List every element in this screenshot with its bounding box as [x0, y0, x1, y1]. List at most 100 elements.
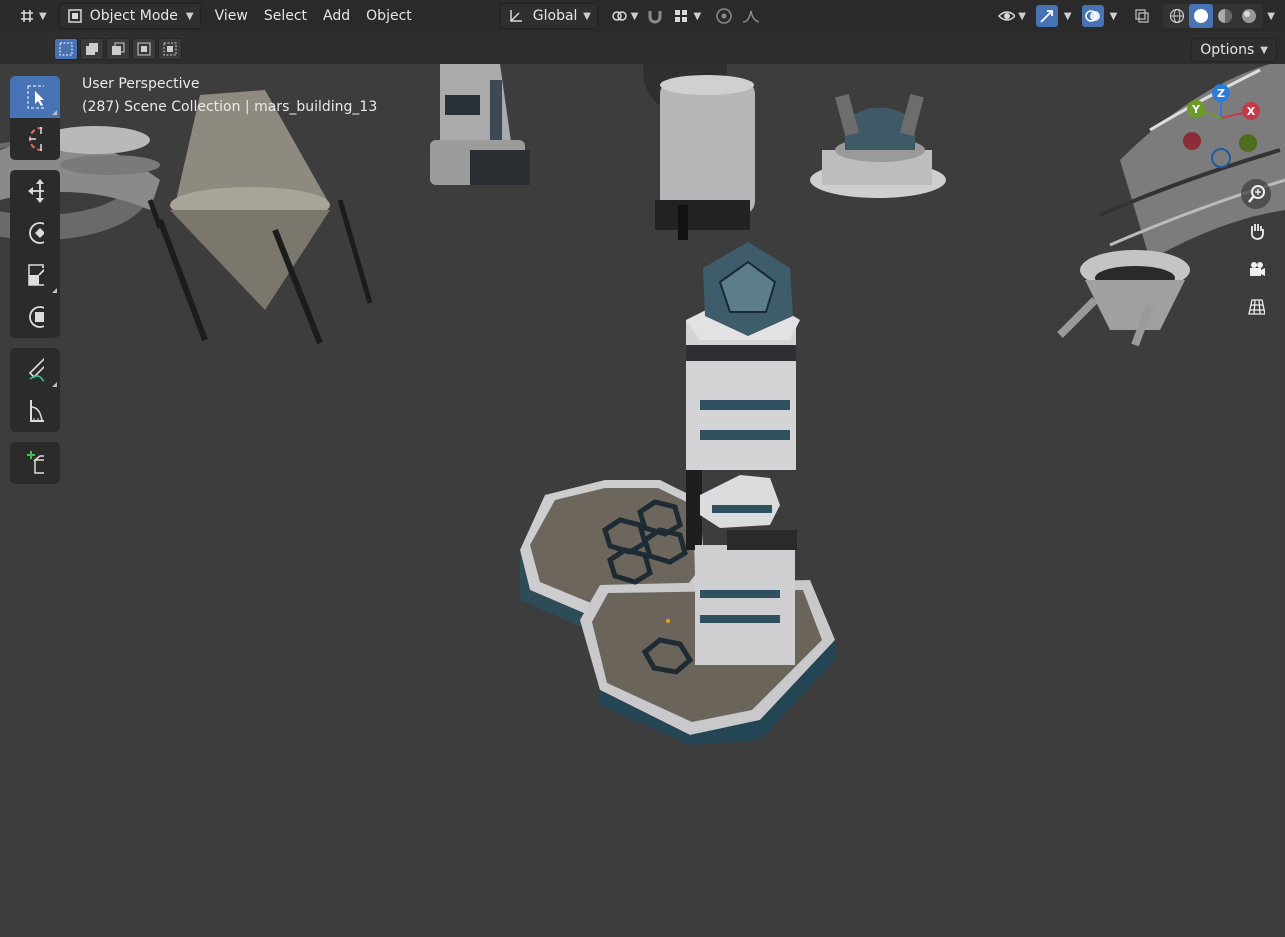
- axis-gizmo: Z X Y: [1183, 84, 1260, 168]
- cylinder-tank-model: [643, 30, 755, 240]
- falloff-button[interactable]: [737, 4, 763, 28]
- snap-grid-icon: [672, 7, 690, 25]
- tool-transform[interactable]: [10, 296, 60, 338]
- gizmo-x-label: X: [1247, 105, 1256, 118]
- gizmo-toggle[interactable]: ▼: [1032, 4, 1076, 28]
- perspective-toggle-button[interactable]: [1241, 292, 1271, 322]
- header-menus: View Select Add Object: [207, 4, 420, 28]
- navigation-gizmo[interactable]: Z X Y: [1170, 76, 1270, 176]
- select-box-icon: [26, 85, 44, 109]
- select-extend-icon[interactable]: [80, 38, 104, 60]
- chevron-down-icon: ▼: [1018, 10, 1026, 22]
- gizmo-y-label: Y: [1191, 103, 1201, 116]
- tool-select-box[interactable]: [10, 76, 60, 118]
- tool-cursor[interactable]: [10, 118, 60, 160]
- mars-building-13-model: [520, 242, 835, 745]
- tool-measure[interactable]: [10, 390, 60, 432]
- editor-type-button[interactable]: ▼: [14, 4, 51, 28]
- tool-more-indicator: [52, 288, 57, 293]
- tool-more-indicator: [52, 110, 57, 115]
- options-label: Options: [1200, 42, 1255, 58]
- camera-icon: [1247, 260, 1265, 278]
- 3d-viewport[interactable]: [0, 30, 1285, 933]
- cursor-icon: [26, 127, 44, 151]
- viewport-header: ▼ Object Mode ▼ View Select Add Object G…: [0, 0, 1285, 32]
- visibility-button[interactable]: ▼: [993, 4, 1030, 28]
- add-cube-icon: [26, 451, 44, 474]
- xray-icon: [1133, 7, 1151, 25]
- tool-shelf: [10, 76, 60, 494]
- tool-scale[interactable]: [10, 254, 60, 296]
- cone-tower-model: [147, 90, 373, 345]
- menu-view[interactable]: View: [207, 4, 256, 28]
- dome-module-model: [810, 93, 946, 198]
- menu-add[interactable]: Add: [315, 4, 358, 28]
- tool-annotate[interactable]: [10, 348, 60, 390]
- pivot-link-icon: [610, 7, 628, 25]
- overlay-circles-icon: [1081, 5, 1104, 27]
- select-intersect-icon[interactable]: [158, 38, 182, 60]
- falloff-curve-icon: [741, 7, 760, 25]
- select-subtract-icon[interactable]: [106, 38, 130, 60]
- chevron-down-icon: ▼: [39, 10, 47, 22]
- chevron-down-icon: ▼: [630, 10, 639, 22]
- proportional-edit-toggle[interactable]: [711, 4, 737, 28]
- chevron-down-icon: ▼: [185, 10, 194, 22]
- perspective-grid-icon: [1247, 298, 1265, 316]
- grid-editor-icon: [18, 7, 36, 25]
- blender-window: ▼ Object Mode ▼ View Select Add Object G…: [0, 0, 1285, 933]
- object-mode-icon: [66, 7, 84, 25]
- mode-dropdown[interactable]: Object Mode ▼: [58, 3, 201, 29]
- scale-icon: [26, 264, 44, 286]
- rotate-icon: [26, 222, 44, 244]
- zoom-magnifier-icon: [1247, 185, 1265, 203]
- gizmo-z-label: Z: [1217, 87, 1225, 100]
- eye-icon: [997, 7, 1016, 25]
- pan-button[interactable]: [1241, 216, 1271, 246]
- mode-label: Object Mode: [89, 8, 178, 24]
- shading-buttons: [1163, 4, 1264, 28]
- transform-orientation-dropdown[interactable]: Global ▼: [499, 3, 598, 29]
- pivot-point-button[interactable]: ▼: [606, 4, 643, 28]
- chevron-down-icon: ▼: [1109, 10, 1118, 22]
- options-dropdown[interactable]: Options ▼: [1191, 38, 1277, 62]
- chevron-down-icon: ▼: [583, 10, 591, 22]
- tool-add-cube[interactable]: [10, 442, 60, 484]
- tool-group-transform: [10, 170, 60, 338]
- shading-chevron-icon[interactable]: ▼: [1267, 11, 1275, 22]
- tool-group-annotate: [10, 348, 60, 432]
- small-tower-model: [430, 64, 530, 185]
- select-new-icon[interactable]: [54, 38, 78, 60]
- chevron-down-icon: ▼: [1063, 10, 1072, 22]
- material-preview-icon[interactable]: [1213, 4, 1237, 28]
- annotate-pencil-icon: [26, 357, 44, 382]
- wireframe-shading-icon[interactable]: [1165, 4, 1189, 28]
- tool-group-select: [10, 76, 60, 160]
- tool-rotate[interactable]: [10, 212, 60, 254]
- tool-move[interactable]: [10, 170, 60, 212]
- solid-shading-icon[interactable]: [1189, 4, 1214, 28]
- chevron-down-icon: ▼: [693, 10, 702, 22]
- magnet-icon: [646, 7, 664, 25]
- zoom-button[interactable]: [1241, 179, 1271, 209]
- transform-icon: [26, 306, 44, 328]
- menu-select[interactable]: Select: [256, 4, 315, 28]
- camera-view-button[interactable]: [1241, 254, 1271, 284]
- snap-target-button[interactable]: ▼: [668, 4, 705, 28]
- overlays-toggle[interactable]: ▼: [1078, 4, 1122, 28]
- collection-label: (287) Scene Collection | mars_building_1…: [82, 99, 378, 115]
- measure-ruler-icon: [26, 400, 44, 422]
- rendered-shading-icon[interactable]: [1237, 4, 1261, 28]
- scene-render: [0, 30, 1285, 745]
- chevron-down-icon: ▼: [1260, 44, 1268, 56]
- select-invert-icon[interactable]: [132, 38, 156, 60]
- xray-toggle[interactable]: [1129, 4, 1155, 28]
- snap-toggle[interactable]: [642, 4, 668, 28]
- proportional-circle-icon: [715, 7, 733, 25]
- orientation-label: Global: [532, 8, 578, 24]
- perspective-label: User Perspective: [82, 76, 200, 92]
- tool-group-add: [10, 442, 60, 484]
- selection-mode-buttons: [54, 38, 182, 60]
- tool-settings-bar: [0, 32, 1285, 64]
- menu-object[interactable]: Object: [358, 4, 420, 28]
